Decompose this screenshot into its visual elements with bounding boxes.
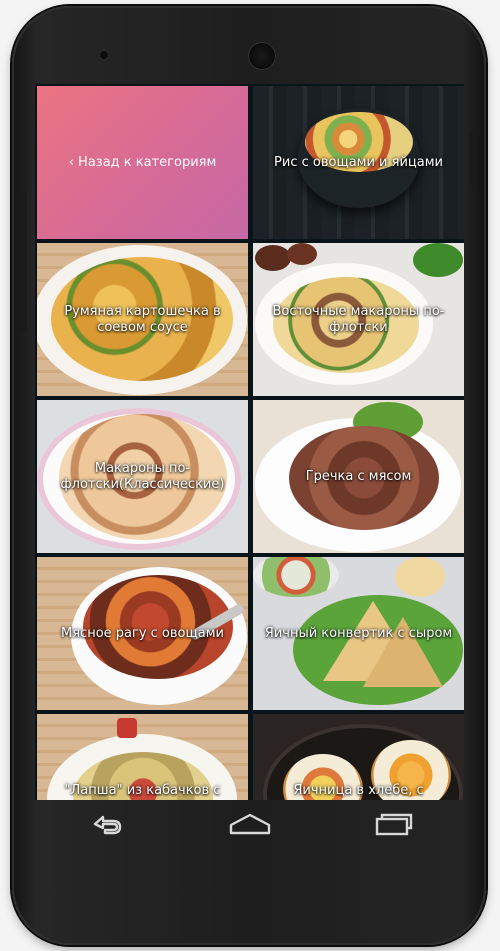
recipe-title: Яичный конвертик с сыром (264, 625, 453, 641)
recipe-tile[interactable]: Яичный конвертик с сыром (253, 557, 464, 710)
recipe-tile[interactable]: Румяная картошечка в соевом соусе (37, 243, 248, 396)
recipe-tile[interactable]: Макароны по-флотски(Классические) (37, 400, 248, 553)
home-icon (229, 813, 270, 835)
recipe-tile[interactable]: "Лапша" из кабачков с (37, 714, 248, 800)
system-navigation-bar (35, 800, 464, 848)
earpiece-speaker (248, 42, 276, 70)
recipe-tile[interactable]: Гречка с мясом (253, 400, 464, 553)
recipe-title: Рис с овощами и яйцами (274, 154, 443, 170)
back-to-categories-label: ‹ Назад к категориям (68, 154, 217, 170)
recipe-title: Яичница в хлебе, с (293, 782, 424, 798)
recipe-title: Восточные макароны по-флотски (272, 303, 445, 335)
recipe-tile[interactable]: Рис с овощами и яйцами (253, 86, 464, 239)
front-camera (99, 50, 109, 60)
back-to-categories-tile[interactable]: ‹ Назад к категориям (37, 86, 248, 239)
recents-icon (375, 813, 412, 836)
system-home-button[interactable] (220, 804, 280, 844)
recipe-tile[interactable]: Мясное рагу с овощами (37, 557, 248, 710)
power-button (470, 131, 476, 191)
recipe-tile[interactable]: Яичница в хлебе, с (253, 714, 464, 800)
recipe-title: Мясное рагу с овощами (61, 625, 224, 641)
recipe-title: Румяная картошечка в соевом соусе (64, 303, 221, 335)
app-screen: ‹ Назад к категориям Рис с овощами и яйц… (35, 84, 464, 800)
system-recents-button[interactable] (363, 804, 423, 844)
back-icon (93, 815, 121, 835)
recipe-title: Макароны по-флотски(Классические) (60, 460, 225, 492)
recipe-title: "Лапша" из кабачков с (64, 782, 221, 798)
volume-button (21, 191, 27, 331)
recipe-title: Гречка с мясом (305, 468, 412, 484)
system-back-button[interactable] (77, 804, 137, 844)
recipe-grid: ‹ Назад к категориям Рис с овощами и яйц… (35, 84, 464, 800)
recipe-tile[interactable]: Восточные макароны по-флотски (253, 243, 464, 396)
